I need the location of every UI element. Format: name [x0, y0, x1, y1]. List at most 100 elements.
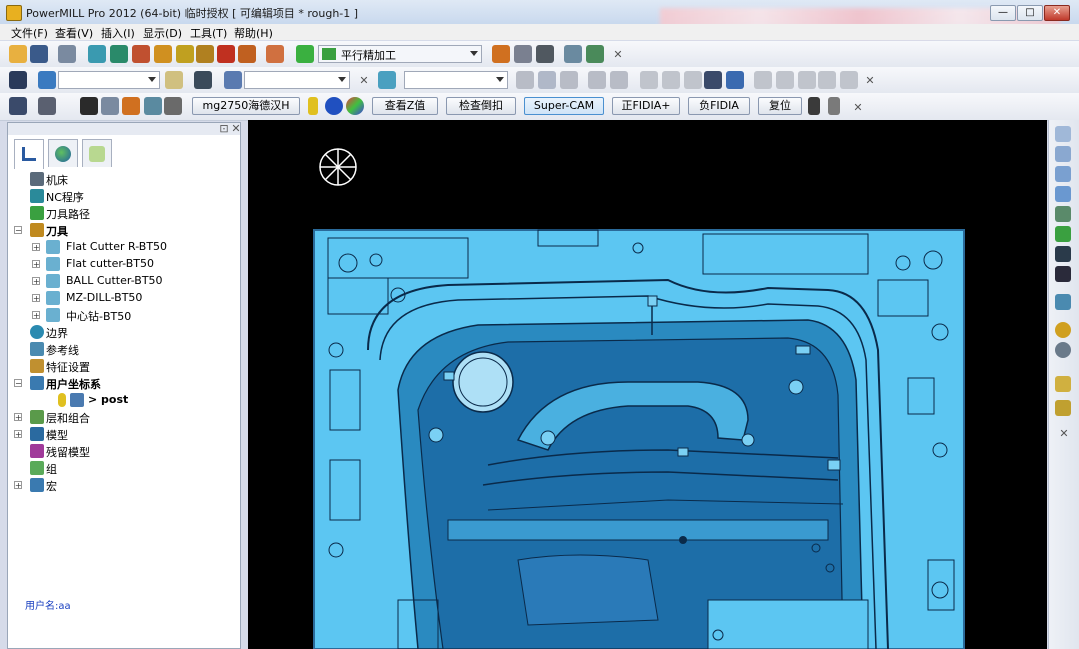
chevron-down-icon: [470, 51, 478, 56]
model-view[interactable]: [248, 120, 1047, 649]
color-sphere-icon[interactable]: [346, 97, 364, 115]
toolpath-icon: [30, 206, 44, 220]
zoom-box-icon[interactable]: [1055, 266, 1071, 282]
rotate-cursor-icon[interactable]: [1055, 400, 1071, 416]
expand-icon[interactable]: +: [14, 430, 22, 439]
boundary-edit-icon[interactable]: [704, 71, 722, 89]
tab-explorer[interactable]: [14, 139, 44, 169]
pattern-icon: [30, 342, 44, 356]
print-icon[interactable]: [58, 45, 76, 63]
menu-tools[interactable]: 工具(T): [190, 25, 227, 41]
nc-program-icon: [30, 189, 44, 203]
refresh-icon[interactable]: [1055, 226, 1071, 242]
grid-icon[interactable]: [9, 71, 27, 89]
workplane-icon[interactable]: [224, 71, 242, 89]
expand-icon[interactable]: +: [32, 243, 40, 252]
panel-close-icon[interactable]: ✕: [230, 123, 242, 135]
lead-link-icon[interactable]: [217, 45, 235, 63]
open-model-icon[interactable]: [38, 71, 56, 89]
rapid-move-icon[interactable]: [110, 45, 128, 63]
plane-icon[interactable]: [144, 97, 162, 115]
black-square-icon[interactable]: [80, 97, 98, 115]
holder-icon[interactable]: [164, 97, 182, 115]
macro-button-super-cam[interactable]: Super-CAM: [524, 97, 604, 115]
settings-icon[interactable]: [165, 71, 183, 89]
collapse-icon[interactable]: −: [14, 379, 22, 388]
wireframe-globe-icon[interactable]: [1055, 342, 1071, 358]
expand-icon[interactable]: +: [14, 413, 22, 422]
maximize-button[interactable]: □: [1017, 5, 1043, 21]
view-orientation-icon[interactable]: [319, 148, 357, 186]
lightbulb-icon[interactable]: [58, 393, 66, 407]
toolbar-close-icon[interactable]: ✕: [1058, 428, 1070, 440]
graphics-viewport[interactable]: [248, 120, 1047, 649]
model-dropdown[interactable]: [58, 71, 160, 89]
toolpath-strategy-icon[interactable]: [296, 45, 314, 63]
expand-icon[interactable]: +: [14, 481, 22, 490]
stock-icon[interactable]: [726, 71, 744, 89]
strategy-dropdown[interactable]: 平行精加工: [318, 45, 482, 63]
menu-file[interactable]: 文件(F): [11, 25, 48, 41]
yellow-bar-icon[interactable]: [308, 97, 318, 115]
view-iso2-icon[interactable]: [1055, 146, 1071, 162]
collapse-icon[interactable]: −: [14, 226, 22, 235]
minimize-button[interactable]: —: [990, 5, 1016, 21]
transform-icon[interactable]: [586, 45, 604, 63]
expand-icon[interactable]: +: [32, 294, 40, 303]
start-point-icon[interactable]: [238, 45, 256, 63]
macro-button-reset[interactable]: 复位: [758, 97, 802, 115]
shaded-icon[interactable]: [1055, 294, 1071, 310]
model-part[interactable]: [313, 229, 965, 649]
material-icon[interactable]: [1055, 322, 1071, 338]
toolbar-close-icon[interactable]: ✕: [852, 102, 864, 114]
menu-insert[interactable]: 插入(I): [101, 25, 135, 41]
menu-help[interactable]: 帮助(H): [234, 25, 273, 41]
layout-icon[interactable]: [9, 97, 27, 115]
close-button[interactable]: ✕: [1044, 5, 1070, 21]
select-cursor-icon[interactable]: [1055, 376, 1071, 392]
boundary-dropdown[interactable]: [404, 71, 508, 89]
boundary-icon[interactable]: [378, 71, 396, 89]
expand-icon[interactable]: +: [32, 311, 40, 320]
tab-library[interactable]: [82, 139, 112, 167]
toolbar-close-icon[interactable]: ✕: [864, 75, 876, 87]
cutter-icon[interactable]: [154, 45, 172, 63]
expand-icon[interactable]: +: [32, 277, 40, 286]
menu-display[interactable]: 显示(D): [143, 25, 182, 41]
expand-icon[interactable]: +: [32, 260, 40, 269]
feeds-icon[interactable]: [196, 45, 214, 63]
zoom-fit-icon[interactable]: [1055, 246, 1071, 262]
tab-globe[interactable]: [48, 139, 78, 167]
toolbar-close-icon[interactable]: ✕: [358, 75, 370, 87]
open-folder-icon[interactable]: [9, 45, 27, 63]
tool-icon[interactable]: [132, 45, 150, 63]
measure-icon[interactable]: [564, 45, 582, 63]
filter-icon[interactable]: [38, 97, 56, 115]
workplane-dropdown[interactable]: [244, 71, 350, 89]
simulate-icon[interactable]: [492, 45, 510, 63]
view-iso3-icon[interactable]: [1055, 166, 1071, 182]
holder-icon[interactable]: [176, 45, 194, 63]
tool-holder-icon[interactable]: [808, 97, 820, 115]
macro-button-negative-fidia[interactable]: 负FIDIA: [688, 97, 750, 115]
keyboard-icon[interactable]: [536, 45, 554, 63]
save-icon[interactable]: [30, 45, 48, 63]
macro-button-positive-fidia[interactable]: 正FIDIA+: [612, 97, 680, 115]
macro-button-check-z[interactable]: 查看Z值: [372, 97, 438, 115]
zoom-icon[interactable]: [1055, 206, 1071, 222]
toolbar-close-icon[interactable]: ✕: [612, 49, 624, 61]
drill-icon[interactable]: [122, 97, 140, 115]
view-iso4-icon[interactable]: [1055, 186, 1071, 202]
block-icon[interactable]: [88, 45, 106, 63]
notes-icon[interactable]: [101, 97, 119, 115]
macro-button-check-undercut[interactable]: 检查倒扣: [446, 97, 516, 115]
blue-sphere-icon[interactable]: [325, 97, 343, 115]
calculator-icon[interactable]: [514, 45, 532, 63]
menu-view[interactable]: 查看(V): [55, 25, 93, 41]
machine-icon[interactable]: [194, 71, 212, 89]
tool-holder-alt-icon[interactable]: [828, 97, 840, 115]
pin-icon[interactable]: ⊡: [218, 123, 230, 135]
macro-button-mg2750[interactable]: mg2750海德汉H: [192, 97, 300, 115]
view-iso1-icon[interactable]: [1055, 126, 1071, 142]
toolpath-verify-icon[interactable]: [266, 45, 284, 63]
